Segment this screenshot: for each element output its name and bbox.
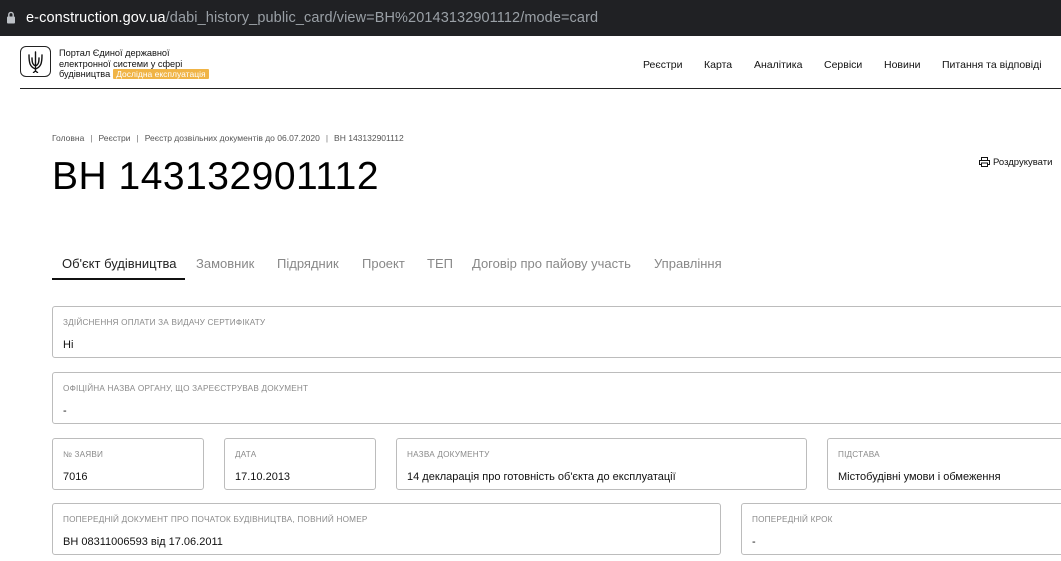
field-value: 14 декларація про готовність об'єкта до … [407, 471, 676, 483]
breadcrumb-permit-registry[interactable]: Реєстр дозвільних документів до 06.07.20… [145, 133, 320, 143]
field-value: - [63, 405, 67, 417]
field-value: Містобудівні умови і обмеження [838, 471, 1001, 483]
field-value: Ні [63, 339, 74, 351]
breadcrumb-separator: | [136, 133, 139, 143]
breadcrumb-separator: | [325, 133, 329, 143]
tab-management[interactable]: Управління [654, 256, 722, 271]
trident-emblem-icon[interactable] [20, 46, 51, 77]
nav-analytics[interactable]: Аналітика [754, 59, 802, 71]
tab-construction-object[interactable]: Об'єкт будівництва [62, 256, 177, 271]
field-label: Офіційна назва органу, що зареєстрував д… [63, 384, 309, 393]
print-label: Роздрукувати [993, 157, 1053, 168]
tab-share-agreement[interactable]: Договір про пайову участь [472, 256, 631, 271]
tab-project[interactable]: Проект [362, 256, 405, 271]
beta-badge: Дослідна експлуатація [113, 69, 209, 79]
browser-address-bar[interactable]: e-construction.gov.ua/dabi_history_publi… [0, 0, 1061, 36]
header-divider [20, 88, 1061, 89]
tab-contractor[interactable]: Підрядник [277, 256, 339, 271]
nav-news[interactable]: Новини [884, 59, 921, 71]
field-basis: Підстава Містобудівні умови і обмеження [827, 438, 1061, 490]
field-document-name: Назва документу 14 декларація про готовн… [396, 438, 807, 490]
portal-name-line3: будівництва [59, 69, 111, 79]
portal-name-line2: електронної системи у сфері [59, 58, 183, 69]
tab-customer[interactable]: Замовник [196, 256, 254, 271]
field-previous-document: Попередній документ про початок будівниц… [52, 503, 721, 555]
nav-registries[interactable]: Реєстри [643, 59, 683, 71]
breadcrumb-current: ВН 143132901112 [334, 133, 404, 143]
field-label: Підстава [838, 450, 880, 459]
active-tab-indicator [52, 278, 185, 280]
field-label: Попередній крок [752, 515, 833, 524]
field-label: Дата [235, 450, 257, 459]
breadcrumb-home[interactable]: Головна [52, 133, 84, 143]
field-label: Попередній документ про початок будівниц… [63, 515, 368, 524]
field-value: ВН 08311006593 від 17.06.2011 [63, 536, 223, 548]
field-payment: Здійснення оплати за видачу сертифікату … [52, 306, 1061, 358]
site-header: Портал Єдиної державної електронної сист… [0, 36, 1061, 90]
portal-name[interactable]: Портал Єдиної державної електронної сист… [59, 48, 239, 80]
nav-services[interactable]: Сервіси [824, 59, 862, 71]
printer-icon [979, 157, 990, 167]
field-label: № заяви [63, 450, 104, 459]
page-title: ВН 143132901112 [52, 155, 380, 198]
field-value: - [752, 536, 756, 548]
field-value: 7016 [63, 471, 88, 483]
breadcrumb-registries[interactable]: Реєстри [99, 133, 131, 143]
url-text[interactable]: e-construction.gov.ua/dabi_history_publi… [26, 10, 598, 26]
field-label: Здійснення оплати за видачу сертифікату [63, 318, 266, 327]
breadcrumb-separator: | [90, 133, 93, 143]
url-path: /dabi_history_public_card/view=ВН%201431… [165, 10, 599, 26]
breadcrumb: Головна | Реєстри | Реєстр дозвільних докуме… [52, 133, 404, 143]
url-host: e-construction.gov.ua [26, 10, 166, 26]
nav-faq[interactable]: Питання та відповіді [942, 59, 1042, 71]
field-date: Дата 17.10.2013 [224, 438, 376, 490]
field-registering-authority: Офіційна назва органу, що зареєстрував д… [52, 372, 1061, 424]
lock-icon [6, 11, 16, 25]
field-label: Назва документу [407, 450, 490, 459]
field-value: 17.10.2013 [235, 471, 291, 483]
print-button[interactable]: Роздрукувати [979, 157, 1052, 168]
portal-name-line1: Портал Єдиної державної [59, 48, 170, 58]
nav-map[interactable]: Карта [704, 59, 732, 71]
field-application-number: № заяви 7016 [52, 438, 204, 490]
field-previous-step: Попередній крок - [741, 503, 1061, 555]
tab-tep[interactable]: ТЕП [427, 256, 453, 271]
